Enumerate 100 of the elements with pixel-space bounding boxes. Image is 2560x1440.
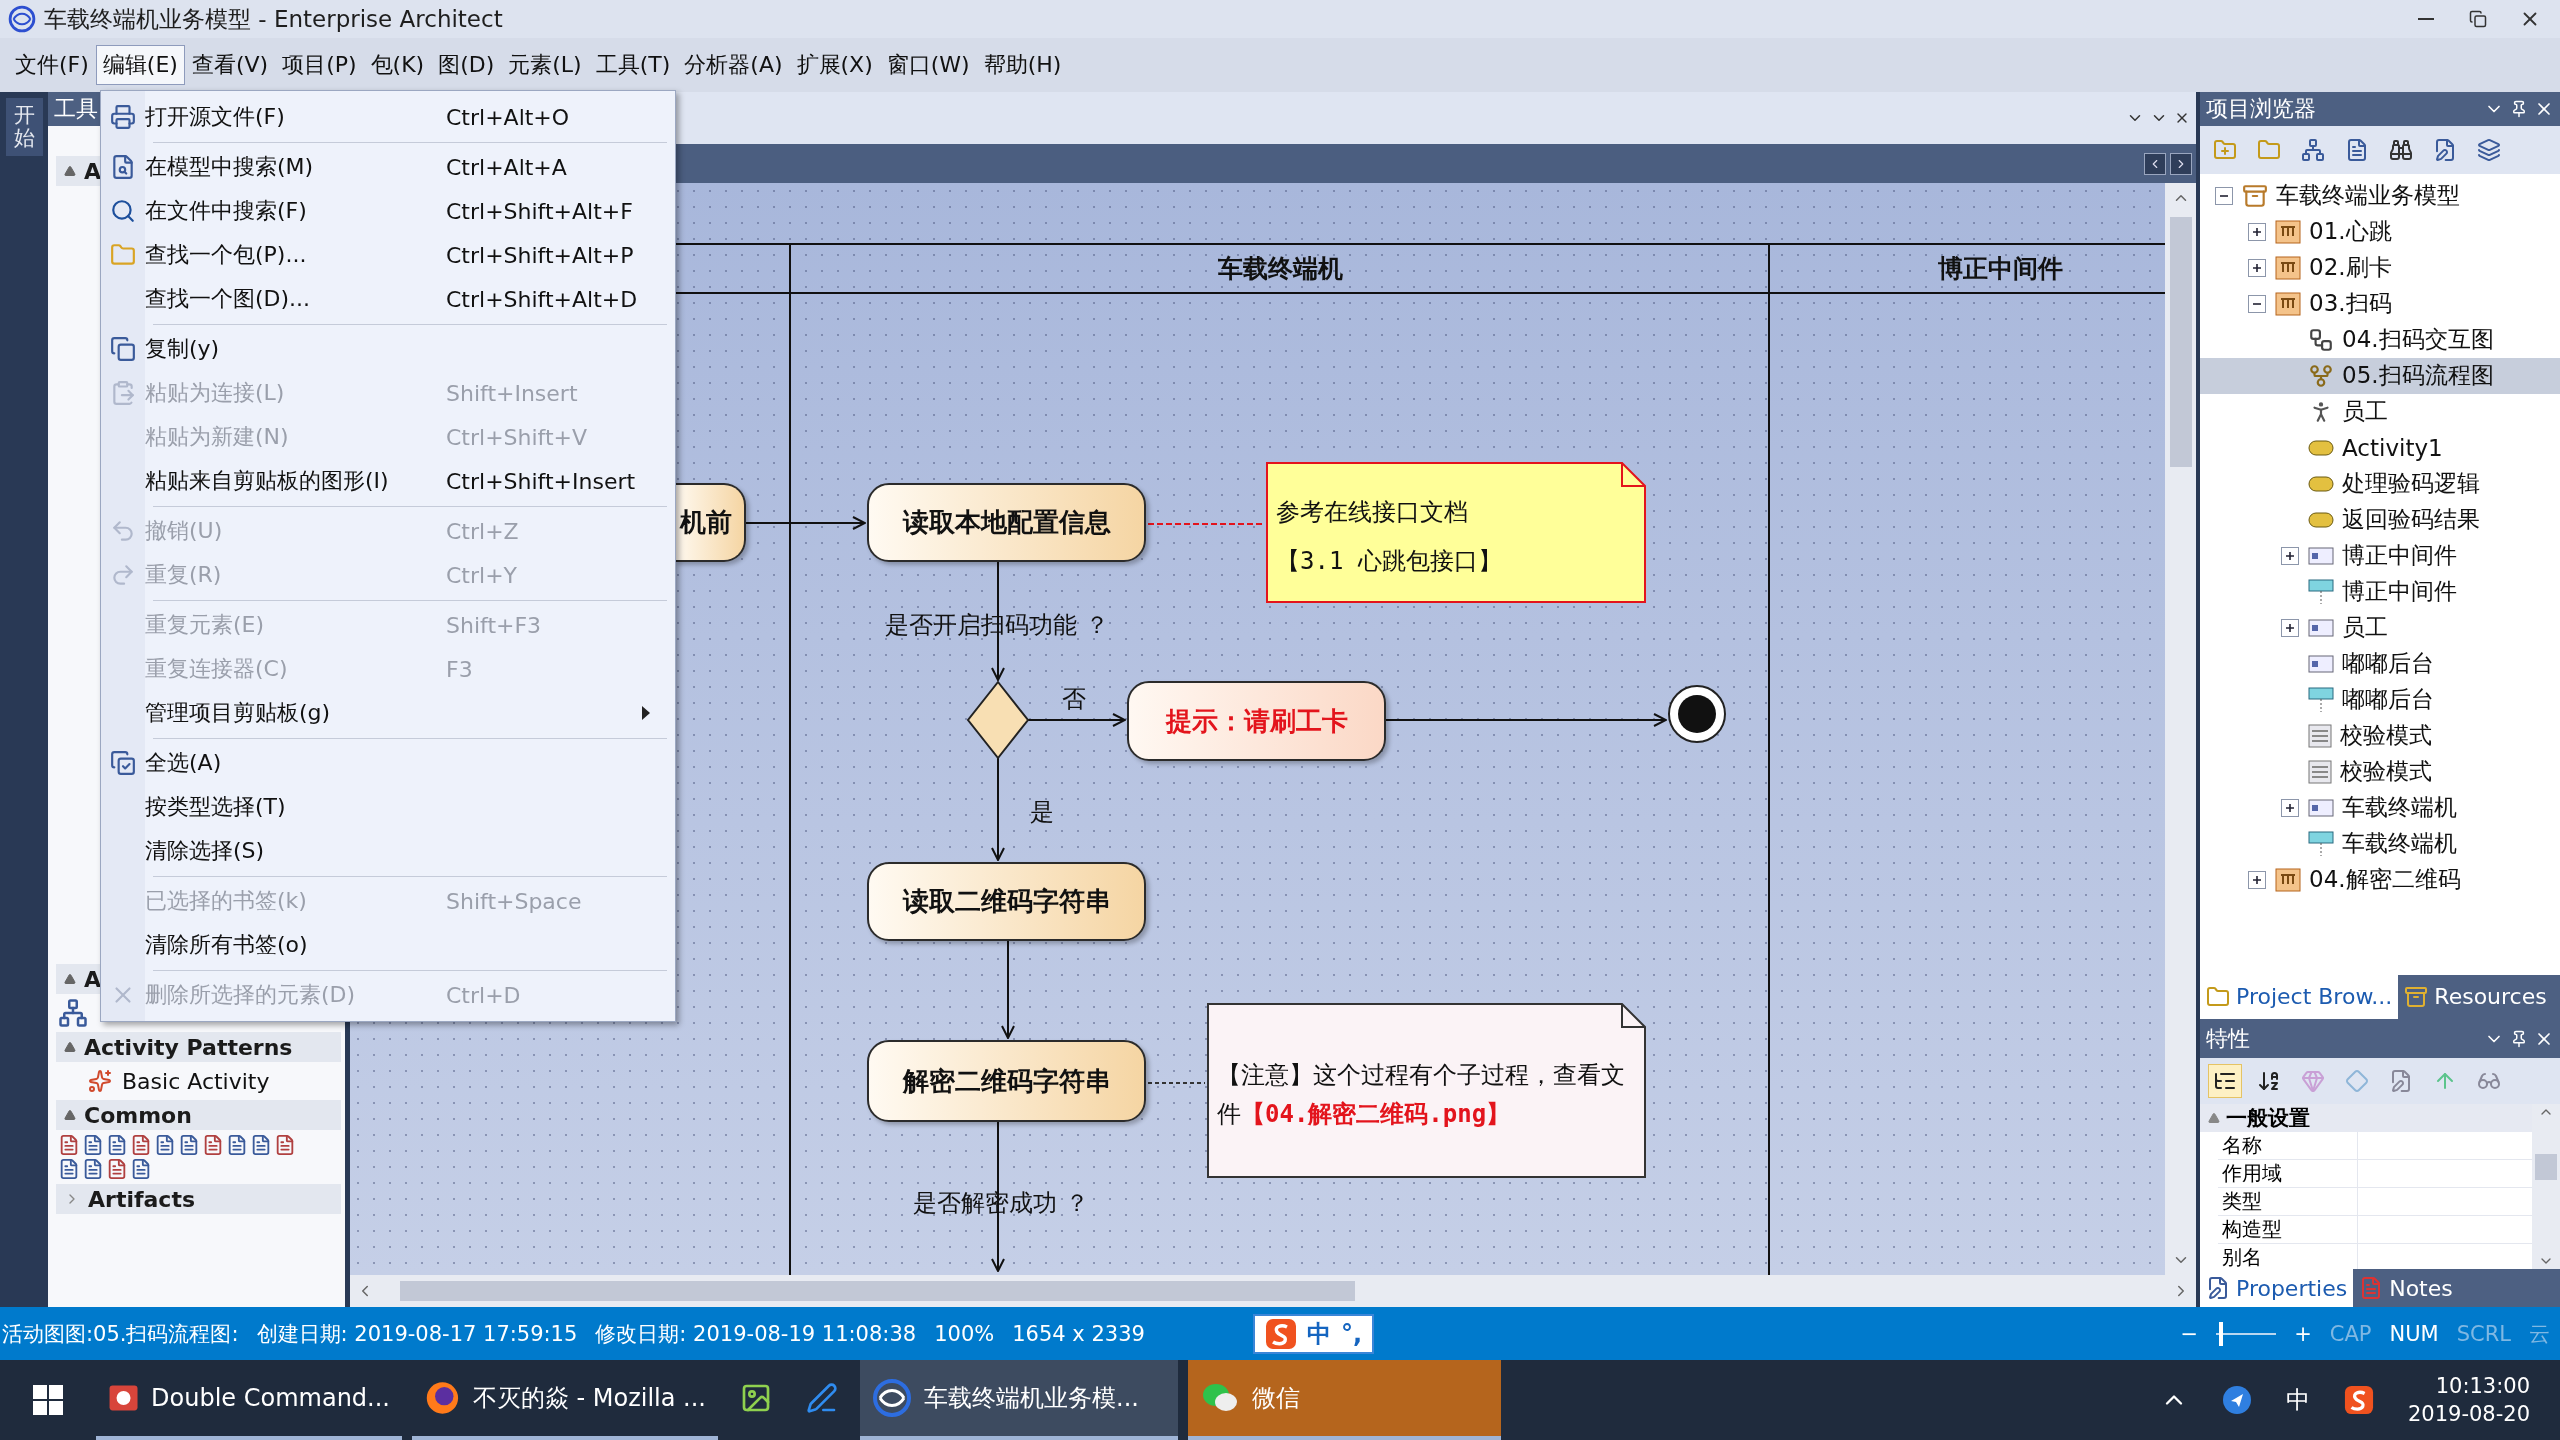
menu-item[interactable]: 包(K) xyxy=(363,45,432,85)
property-group[interactable]: 一般设置 xyxy=(2200,1104,2532,1133)
taskbar-button[interactable]: Double Command... xyxy=(96,1360,402,1440)
tree-label: 博正中间件 xyxy=(2342,541,2457,571)
menu-item[interactable]: 全选(A) xyxy=(101,741,675,785)
toolbox-item[interactable]: Basic Activity xyxy=(48,1062,345,1100)
panel-tab[interactable]: Project Brow... xyxy=(2200,974,2399,1019)
panel-tab[interactable]: Resources xyxy=(2398,974,2553,1019)
ime-toolbar[interactable]: 中 °, xyxy=(1252,1313,1374,1354)
taskbar-button[interactable]: 车载终端机业务模... xyxy=(860,1360,1178,1440)
menu-item[interactable]: 管理项目剪贴板(g) xyxy=(101,691,675,735)
s-logo-icon xyxy=(1264,1317,1297,1350)
package-icon xyxy=(2275,219,2301,244)
menu-item[interactable]: 清除所有书签(o) xyxy=(101,923,675,967)
scroll-left-button[interactable] xyxy=(2144,152,2166,175)
expand-toggle[interactable] xyxy=(2248,258,2266,277)
menu-item[interactable]: 查找一个图(D)... Ctrl+Shift+Alt+D xyxy=(101,277,675,321)
taskbar-button[interactable]: 不灭的焱 - Mozilla ... xyxy=(412,1360,718,1440)
pin-icon[interactable] xyxy=(2510,1029,2528,1048)
tree-item[interactable]: 返回验码结果 xyxy=(2200,501,2560,538)
tree-item[interactable]: 05.扫码流程图 xyxy=(2200,357,2560,394)
menu-item[interactable]: 项目(P) xyxy=(275,45,364,85)
ime-mode: 中 xyxy=(1306,1318,1331,1350)
menu-item[interactable]: 帮助(H) xyxy=(976,45,1069,85)
panel-tab[interactable]: Notes xyxy=(2353,1269,2459,1307)
tree-label: 校验模式 xyxy=(2340,721,2432,751)
tree-item[interactable]: 车载终端机 xyxy=(2200,825,2560,862)
vertical-scrollbar[interactable] xyxy=(2165,183,2196,1275)
expand-toggle[interactable] xyxy=(2281,618,2299,637)
shortcut-text: Ctrl+Shift+Alt+P xyxy=(446,242,635,268)
gem-icon xyxy=(2301,1069,2325,1094)
scroll-thumb[interactable] xyxy=(400,1281,1355,1301)
diamond-icon xyxy=(2345,1069,2369,1094)
tree-item[interactable]: 02.刷卡 xyxy=(2200,249,2560,286)
scroll-thumb[interactable] xyxy=(2169,217,2192,467)
tree-item[interactable]: 博正中间件 xyxy=(2200,573,2560,610)
toolbox-group[interactable]: Activity Patterns xyxy=(56,1032,341,1062)
expand-toggle[interactable] xyxy=(2281,546,2299,565)
vertical-scrollbar[interactable] xyxy=(2532,1104,2560,1270)
menu-item[interactable]: 粘贴来自剪贴板的图形(I) Ctrl+Shift+Insert xyxy=(101,459,675,503)
menu-item[interactable]: 按类型选择(T) xyxy=(101,785,675,829)
menu-item[interactable]: 在模型中搜索(M) Ctrl+Alt+A xyxy=(101,145,675,189)
tree-item[interactable]: 车载终端业务模型 xyxy=(2200,177,2560,214)
expand-toggle[interactable] xyxy=(2248,870,2266,889)
sparkles-icon xyxy=(88,1069,112,1093)
tree-item[interactable]: 处理验码逻辑 xyxy=(2200,465,2560,502)
tree-item[interactable]: 校验模式 xyxy=(2200,753,2560,790)
tree-item[interactable]: 博正中间件 xyxy=(2200,537,2560,574)
side-tab[interactable]: 开始 xyxy=(5,98,43,157)
tree-item[interactable]: 01.心跳 xyxy=(2200,213,2560,250)
tree-item[interactable]: 员工 xyxy=(2200,393,2560,430)
menu-item[interactable]: 扩展(X) xyxy=(789,45,880,85)
group-title: Artifacts xyxy=(88,1186,195,1212)
panel-tab[interactable]: Properties xyxy=(2200,1269,2354,1307)
clock-time: 10:13:00 xyxy=(2435,1374,2530,1398)
toolbox-group[interactable]: Common xyxy=(56,1100,341,1130)
pin-icon[interactable] xyxy=(2510,99,2528,118)
menu-item[interactable]: 查看(V) xyxy=(184,45,276,85)
horizontal-scrollbar[interactable] xyxy=(350,1275,2196,1307)
scroll-right-button[interactable] xyxy=(2170,152,2192,175)
menu-item[interactable]: 编辑(E) xyxy=(95,45,185,85)
collapse-icon xyxy=(64,165,76,177)
tree-item[interactable]: 校验模式 xyxy=(2200,717,2560,754)
slider-thumb[interactable] xyxy=(2219,1321,2224,1346)
expand-toggle[interactable] xyxy=(2281,798,2299,817)
menu-item[interactable]: 文件(F) xyxy=(8,45,96,85)
expand-toggle[interactable] xyxy=(2215,186,2233,205)
zoom-out-text[interactable]: − xyxy=(2180,1321,2199,1346)
input-language[interactable]: 中 xyxy=(2285,1384,2310,1416)
action-node: 机前 xyxy=(674,483,746,562)
toolbox-group[interactable]: Artifacts xyxy=(56,1184,341,1214)
tree-item[interactable]: 嘟嘟后台 xyxy=(2200,681,2560,718)
tree-item[interactable]: 员工 xyxy=(2200,609,2560,646)
zoom-in-text[interactable]: + xyxy=(2294,1321,2312,1346)
menu-item[interactable]: 复制(y) xyxy=(101,327,675,371)
menu-item[interactable]: 窗口(W) xyxy=(879,45,977,85)
tree-item[interactable]: 嘟嘟后台 xyxy=(2200,645,2560,682)
tree-item[interactable]: 03.扫码 xyxy=(2200,285,2560,322)
guard-label: 是 xyxy=(1030,797,1054,828)
shortcut-text: Ctrl+D xyxy=(446,982,522,1008)
tree-item[interactable]: 车载终端机 xyxy=(2200,789,2560,826)
menu-item[interactable]: 工具(T) xyxy=(588,45,678,85)
expand-toggle[interactable] xyxy=(2248,222,2266,241)
tree-item[interactable]: Activity1 xyxy=(2200,429,2560,466)
menu-item[interactable]: 图(D) xyxy=(431,45,502,85)
minimize-icon xyxy=(2418,18,2434,20)
menu-item[interactable]: 在文件中搜索(F) Ctrl+Shift+Alt+F xyxy=(101,189,675,233)
panel-title: 特性 xyxy=(2206,1024,2250,1053)
menu-item[interactable]: 元素(L) xyxy=(501,45,589,85)
tree-item[interactable]: 04.解密二维码 xyxy=(2200,861,2560,898)
taskbar-button[interactable]: 微信 xyxy=(1188,1360,1501,1440)
expand-toggle[interactable] xyxy=(2248,294,2266,313)
tree-item[interactable]: 04.扫码交互图 xyxy=(2200,321,2560,358)
menu-item[interactable]: 清除选择(S) xyxy=(101,829,675,873)
scroll-thumb[interactable] xyxy=(2535,1153,2557,1180)
plus-icon xyxy=(2284,549,2296,562)
menu-item[interactable]: 查找一个包(P)... Ctrl+Shift+Alt+P xyxy=(101,233,675,277)
menu-item[interactable]: 分析器(A) xyxy=(677,45,790,85)
toolbar-button[interactable] xyxy=(2208,1064,2242,1099)
menu-item[interactable]: 打开源文件(F) Ctrl+Alt+O xyxy=(101,95,675,139)
